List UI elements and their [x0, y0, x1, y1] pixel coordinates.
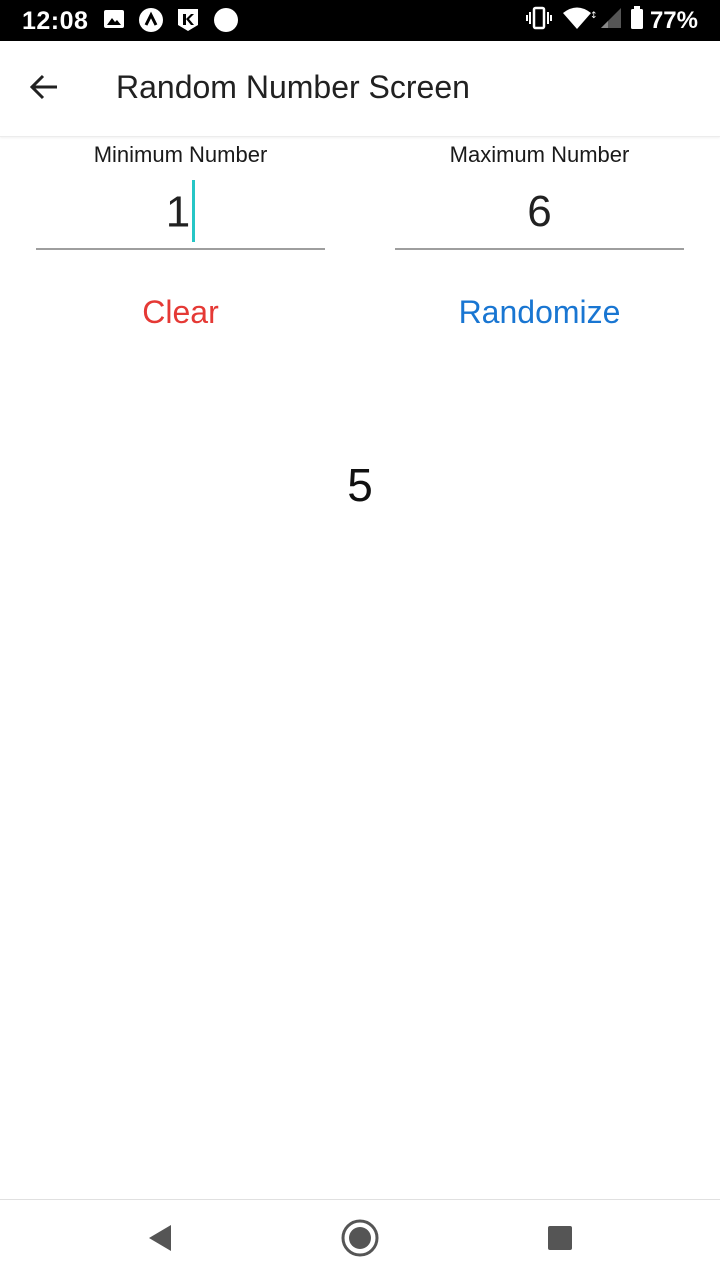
minimum-number-field: Minimum Number 1 [36, 140, 325, 250]
maximum-number-value: 6 [527, 187, 552, 236]
random-result: 5 [347, 459, 373, 511]
status-time: 12:08 [22, 7, 89, 35]
wifi-icon: ↕ [562, 6, 598, 35]
arc-icon [138, 7, 164, 38]
svg-text:↕: ↕ [590, 11, 596, 21]
k-app-icon [176, 7, 200, 38]
minimum-number-input[interactable]: 1 [36, 170, 325, 250]
nav-recents-button[interactable] [536, 1216, 584, 1264]
minimum-number-label: Minimum Number [93, 142, 268, 167]
signal-icon [600, 7, 622, 34]
clear-button[interactable]: Clear [36, 282, 325, 342]
back-button[interactable] [20, 65, 68, 113]
circle-icon [213, 7, 239, 38]
maximum-number-field: Maximum Number 6 [395, 140, 684, 250]
arrow-back-icon [28, 71, 60, 108]
minimum-number-value-row: 1 [36, 180, 325, 246]
triangle-back-icon [146, 1223, 174, 1258]
maximum-number-value-row: 6 [395, 184, 684, 240]
vibrate-icon [525, 6, 552, 35]
battery-icon [630, 6, 644, 35]
maximum-number-input[interactable]: 6 [395, 170, 684, 250]
text-cursor [192, 180, 196, 242]
minimum-number-value: 1 [165, 187, 191, 237]
navigation-bar [0, 1199, 720, 1280]
square-recents-icon [547, 1225, 573, 1256]
randomize-button[interactable]: Randomize [395, 282, 684, 342]
page-title: Random Number Screen [116, 69, 470, 105]
battery-percent: 77% [649, 6, 698, 34]
image-icon [103, 8, 125, 35]
status-bar: 12:08 ↕ 77% [0, 0, 720, 41]
home-circle-icon [340, 1218, 380, 1263]
nav-back-button[interactable] [136, 1216, 184, 1264]
maximum-number-label: Maximum Number [449, 142, 630, 167]
app-bar: Random Number Screen [0, 41, 720, 137]
status-right-group: ↕ 77% [525, 0, 698, 41]
nav-home-button[interactable] [336, 1216, 384, 1264]
